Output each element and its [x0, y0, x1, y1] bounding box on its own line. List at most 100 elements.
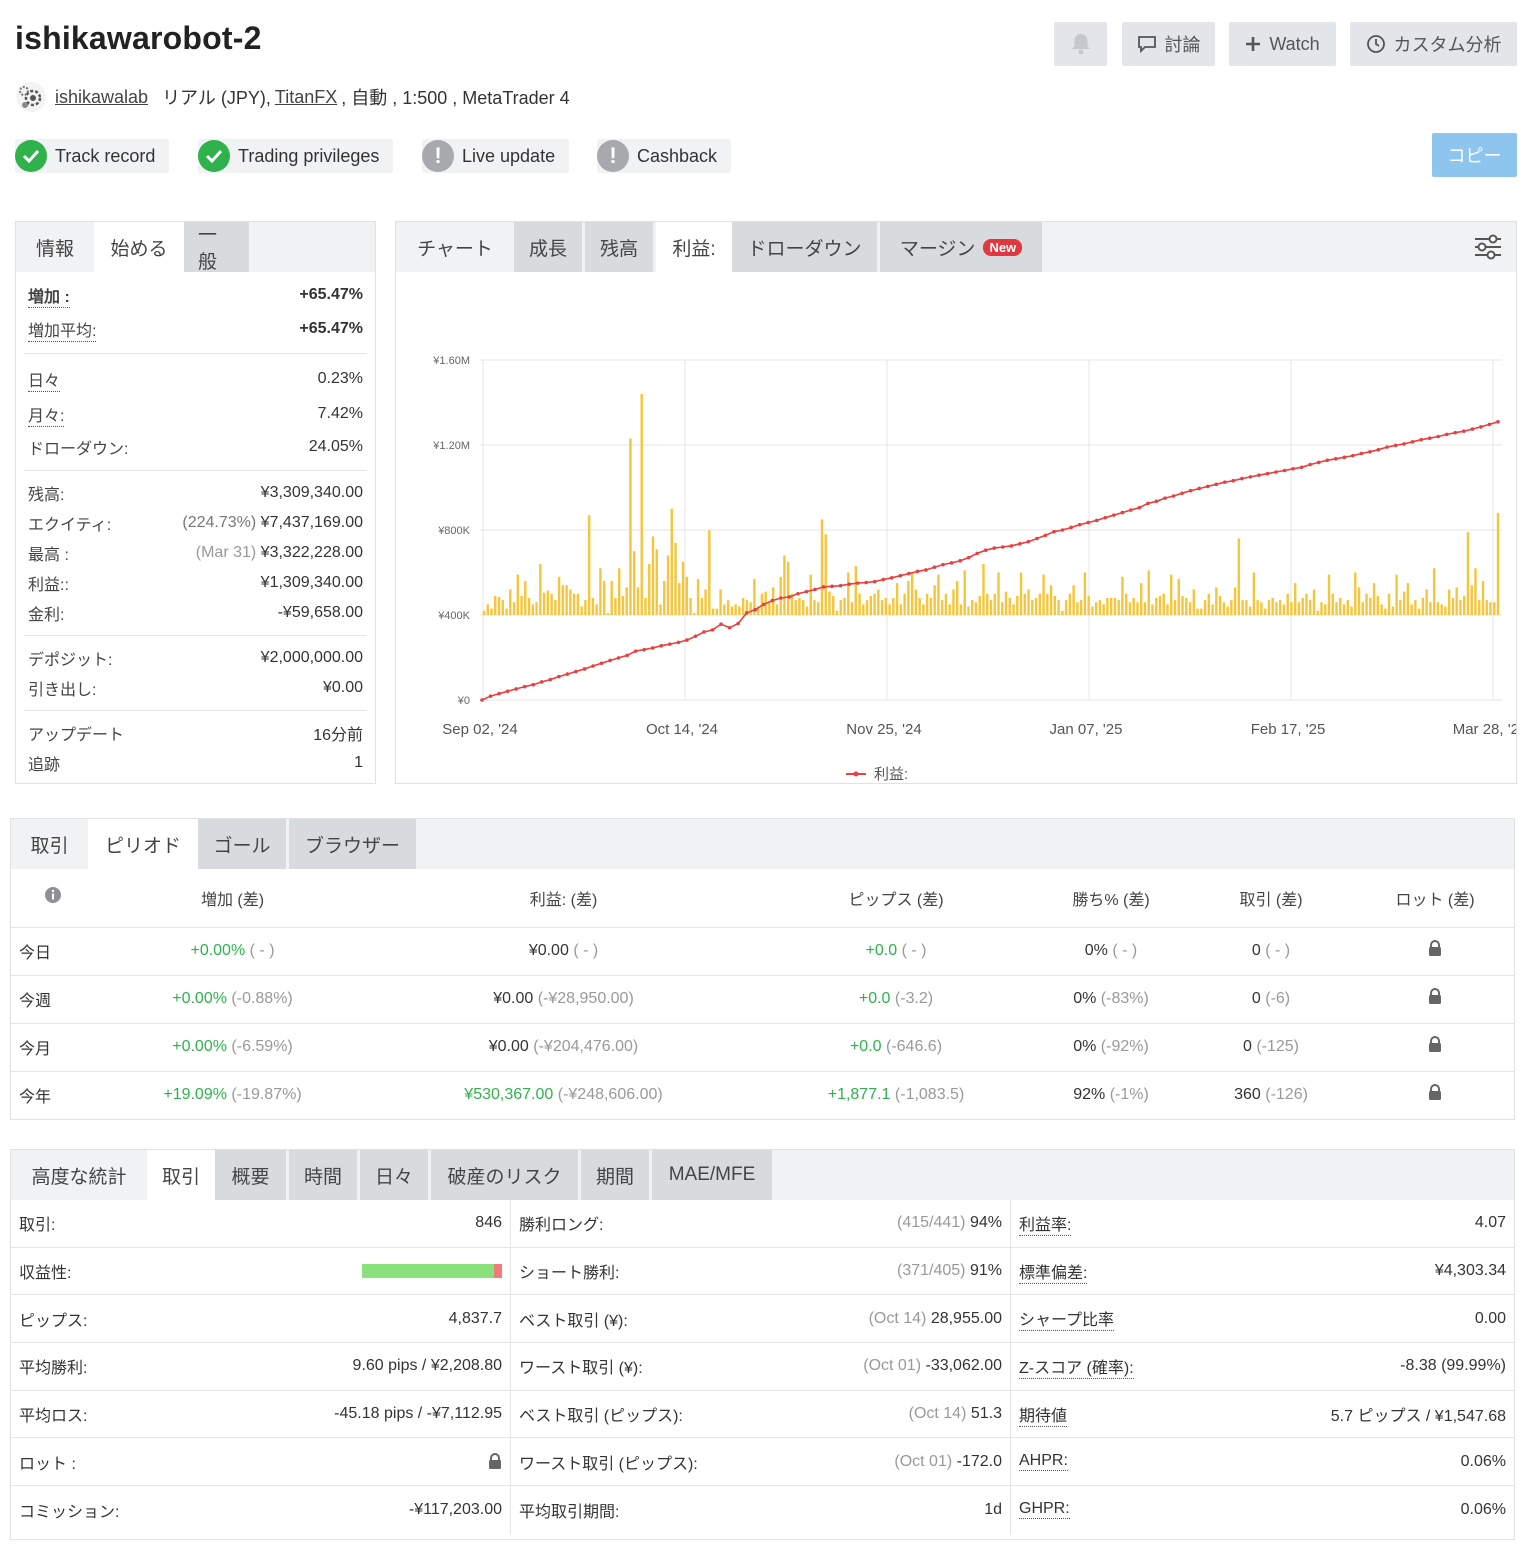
chart-bar[interactable]	[779, 576, 782, 615]
chart-bar[interactable]	[817, 602, 820, 615]
chart-bar[interactable]	[1256, 600, 1259, 615]
chart-bar[interactable]	[850, 602, 854, 615]
series-point[interactable]	[599, 661, 604, 666]
chart-bar[interactable]	[674, 542, 677, 615]
chart-bar[interactable]	[1474, 568, 1477, 615]
series-point[interactable]	[591, 664, 595, 668]
chart-bar[interactable]	[1286, 593, 1289, 615]
series-point[interactable]	[1129, 508, 1133, 512]
chart-bar[interactable]	[730, 606, 734, 616]
chart-bar[interactable]	[539, 564, 542, 615]
chart-bar[interactable]	[1128, 602, 1132, 615]
chart-bar[interactable]	[959, 604, 963, 615]
chart-bar[interactable]	[1466, 532, 1470, 615]
chart-bar[interactable]	[1147, 570, 1150, 615]
series-point[interactable]	[736, 621, 740, 626]
chart-bar[interactable]	[877, 589, 880, 616]
notification-button[interactable]	[1054, 22, 1107, 66]
chart-bar[interactable]	[1109, 598, 1113, 615]
chart-bar[interactable]	[1263, 608, 1267, 615]
chart-bar[interactable]	[1309, 600, 1312, 615]
chart-bar[interactable]	[1395, 574, 1398, 615]
chart-bar[interactable]	[618, 568, 621, 615]
chart-bar[interactable]	[531, 604, 535, 615]
series-point[interactable]	[915, 569, 920, 574]
series-point[interactable]	[1316, 460, 1321, 465]
series-point[interactable]	[668, 642, 672, 646]
chart-bar[interactable]	[557, 576, 561, 615]
watch-button[interactable]: Watch	[1229, 22, 1336, 66]
series-point[interactable]	[1111, 513, 1116, 517]
chart-bar[interactable]	[704, 589, 707, 616]
stat-label[interactable]: 標準偏差:	[1019, 1259, 1088, 1284]
series-point[interactable]	[1496, 419, 1500, 424]
series-point[interactable]	[838, 583, 843, 588]
chart-bar[interactable]	[1177, 578, 1180, 615]
chart-bar[interactable]	[1218, 595, 1222, 615]
chart-bar[interactable]	[651, 536, 655, 615]
chart-bar[interactable]	[1181, 595, 1184, 615]
chart-bar[interactable]	[832, 595, 835, 615]
chart-bar[interactable]	[907, 581, 910, 615]
chart-bar[interactable]	[610, 581, 613, 615]
chart-bar[interactable]	[1034, 598, 1038, 615]
info-icon[interactable]	[44, 886, 62, 904]
chart-bar[interactable]	[602, 581, 606, 615]
chart-bar[interactable]	[794, 600, 797, 615]
chart-bar[interactable]	[933, 585, 936, 615]
chart-bar[interactable]	[1399, 600, 1402, 615]
chart-bar[interactable]	[1493, 602, 1496, 615]
chart-bar[interactable]	[708, 530, 711, 615]
chart-bar[interactable]	[550, 593, 553, 615]
series-point[interactable]	[1009, 544, 1014, 548]
chart-bar[interactable]	[606, 612, 610, 615]
chart-bar[interactable]	[1470, 585, 1473, 615]
chart-bar[interactable]	[1046, 593, 1049, 615]
series-point[interactable]	[753, 607, 758, 612]
chart-legend[interactable]: 利益:	[846, 766, 908, 783]
chart-bar[interactable]	[986, 593, 989, 615]
chart-bar[interactable]	[940, 600, 944, 615]
chart-bar[interactable]	[1489, 602, 1492, 615]
chart-bar[interactable]	[1297, 602, 1301, 615]
tab-goals[interactable]: ゴール	[198, 819, 289, 869]
profit-chart[interactable]: ¥0 ¥400K ¥800K ¥1.20M ¥1.60M Sep 02, '24 Oct 1…	[396, 272, 1516, 783]
chart-bar[interactable]	[1312, 589, 1316, 616]
tab-advanced-stats[interactable]: 高度な統計	[11, 1150, 147, 1200]
chart-bar[interactable]	[1339, 598, 1342, 615]
series-point[interactable]	[1419, 437, 1423, 442]
chart-bar[interactable]	[678, 583, 681, 615]
chart-bar[interactable]	[659, 604, 662, 615]
chart-bar[interactable]	[587, 515, 591, 615]
series-point[interactable]	[608, 658, 612, 663]
chart-bar[interactable]	[666, 555, 670, 616]
chart-bar[interactable]	[1481, 581, 1485, 615]
series-point[interactable]	[898, 573, 903, 578]
series-point[interactable]	[1427, 436, 1432, 440]
chart-bar[interactable]	[1361, 602, 1364, 615]
series-point[interactable]	[787, 595, 792, 599]
series-point[interactable]	[574, 669, 578, 674]
chart-bar[interactable]	[1001, 602, 1004, 615]
chart-bar[interactable]	[625, 587, 628, 615]
chart-bar[interactable]	[1023, 593, 1026, 615]
series-point[interactable]	[582, 667, 587, 671]
chart-bar[interactable]	[802, 600, 805, 615]
series-point[interactable]	[1385, 445, 1389, 449]
chart-bar[interactable]	[644, 598, 647, 615]
series-point[interactable]	[1052, 529, 1056, 534]
series-point[interactable]	[872, 579, 877, 584]
chart-bar[interactable]	[1230, 600, 1233, 615]
chart-bar[interactable]	[805, 606, 809, 616]
chart-bar[interactable]	[576, 593, 580, 615]
chart-bar[interactable]	[542, 592, 546, 615]
chart-bar[interactable]	[1455, 587, 1458, 615]
chart-bar[interactable]	[629, 438, 632, 615]
tab-balance[interactable]: 残高	[585, 222, 656, 272]
chart-bar[interactable]	[839, 600, 842, 615]
series-point[interactable]	[1077, 522, 1082, 527]
chart-bar[interactable]	[869, 595, 873, 615]
chart-bar[interactable]	[1226, 606, 1229, 616]
chart-bar[interactable]	[1301, 598, 1304, 615]
tab-period[interactable]: ピリオド	[88, 819, 198, 869]
